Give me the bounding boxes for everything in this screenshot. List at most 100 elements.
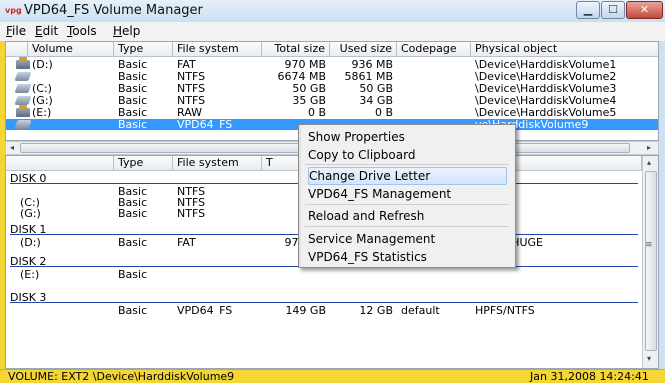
menu-bar: File Edit Tools Help <box>0 22 665 41</box>
menu-help[interactable]: Help <box>113 23 140 39</box>
cell-total: 35 GB <box>292 95 326 106</box>
status-volume-text: VOLUME: EXT2 \Device\HarddiskVolume9 <box>8 370 235 383</box>
scroll-up-arrow-icon[interactable]: ▴ <box>647 158 651 167</box>
column-header-used-size[interactable]: Used size <box>330 42 397 57</box>
cell-type: Basic <box>118 208 148 219</box>
cell-physical: \Device\HarddiskVolume3 <box>475 83 617 94</box>
hard-drive-icon <box>14 96 32 105</box>
menu-separator <box>305 164 509 165</box>
cell-total: 970 MB <box>284 59 326 70</box>
cell-type: Basic <box>118 107 148 118</box>
cell-fs: NTFS <box>177 197 206 208</box>
cell-fs: NTFS <box>177 95 206 106</box>
maximize-button[interactable]: ☐ <box>601 1 625 19</box>
column-header-volume[interactable]: Volume <box>28 42 114 57</box>
cell-total: 50 GB <box>292 83 326 94</box>
status-timestamp: Jan 31,2008 14:24:41 <box>530 370 649 383</box>
cell-physical: \Device\HarddiskVolume2 <box>475 71 617 82</box>
menu-file[interactable]: File <box>6 23 26 39</box>
app-logo-icon: vpg <box>5 6 22 15</box>
context-menu: Show Properties Copy to Clipboard Change D… <box>298 124 516 268</box>
menu-edit[interactable]: Edit <box>35 23 58 39</box>
cell-physical: \Device\HarddiskVolume5 <box>475 107 617 118</box>
table-row[interactable]: (E:) Basic RAW 0 B 0 B \Device\HarddiskVolume… <box>6 105 658 118</box>
disk-column-header-file-system[interactable]: File system <box>173 156 262 171</box>
table-row[interactable]: (G:) Basic NTFS 35 GB 34 GB \Device\HarddiskV… <box>6 95 658 106</box>
column-header-type[interactable]: Type <box>114 42 173 57</box>
cell-type: Basic <box>118 237 148 248</box>
column-header-file-system[interactable]: File system <box>173 42 262 57</box>
disk-column-header-type[interactable]: Type <box>114 156 173 171</box>
hard-drive-icon <box>14 120 32 129</box>
cell-used: 5861 MB <box>344 71 393 82</box>
disk-partition-row[interactable]: Basic VPD64_FS 149 GB 12 GB default HPFS/NTFS <box>6 305 640 316</box>
cell-fs: VPD64_FS <box>177 305 233 316</box>
menu-item-service-management[interactable]: Service Management <box>308 230 507 248</box>
cell-volume: (G:) <box>32 95 53 106</box>
scroll-grip-icon: ≡ <box>645 240 653 250</box>
menu-separator <box>305 204 509 205</box>
cell-type: Basic <box>118 95 148 106</box>
cell-fs: FAT <box>177 237 196 248</box>
scroll-left-arrow-icon[interactable]: ◂ <box>10 142 14 154</box>
cell-type: Basic <box>118 197 148 208</box>
status-bar: VOLUME: EXT2 \Device\HarddiskVolume9 Jan… <box>0 369 665 383</box>
cell-volume: (D:) <box>20 237 41 248</box>
table-row[interactable]: Basic NTFS 6674 MB 5861 MB \Device\HarddiskV… <box>6 71 658 82</box>
cell-type: Basic <box>118 119 148 130</box>
window-frame-right <box>659 41 665 370</box>
cell-volume: (E:) <box>20 269 40 280</box>
column-header-physical-object[interactable]: Physical object <box>471 42 658 57</box>
menu-item-vpd64-fs-statistics[interactable]: VPD64_FS Statistics <box>308 248 507 266</box>
column-header-codepage[interactable]: Codepage <box>397 42 471 57</box>
cell-fs: NTFS <box>177 186 206 197</box>
cell-type: Basic <box>118 186 148 197</box>
cell-volume: (C:) <box>20 197 40 208</box>
column-header-total-size[interactable]: Total size <box>262 42 330 57</box>
menu-tools[interactable]: Tools <box>67 23 97 39</box>
scroll-down-arrow-icon[interactable]: ▾ <box>647 354 651 363</box>
cell-volume: (E:) <box>32 107 52 118</box>
menu-item-copy-to-clipboard[interactable]: Copy to Clipboard <box>308 146 507 164</box>
cell-volume: (C:) <box>32 83 52 94</box>
disk-partition-row[interactable]: (E:) Basic <box>6 269 640 280</box>
cell-total: 149 GB <box>285 305 326 316</box>
disk-column-header-name[interactable] <box>6 156 114 171</box>
cell-used: 34 GB <box>359 95 393 106</box>
cell-volume: (D:) <box>32 59 53 70</box>
disk-divider <box>10 302 638 303</box>
removable-drive-icon <box>16 105 30 117</box>
cell-type: Basic <box>118 59 148 70</box>
cell-fs: NTFS <box>177 83 206 94</box>
title-bar[interactable]: vpg VPD64_FS Volume Manager ▁ ☐ ✕ <box>0 0 665 22</box>
column-header-icon[interactable] <box>6 42 28 57</box>
cell-used: 0 B <box>374 107 393 118</box>
cell-total: 6674 MB <box>277 71 326 82</box>
removable-drive-icon <box>16 57 30 69</box>
cell-physical: \Device\HarddiskVolume4 <box>475 95 617 106</box>
menu-separator <box>305 226 509 227</box>
cell-type: Basic <box>118 83 148 94</box>
cell-type: Basic <box>118 71 148 82</box>
cell-used: 936 MB <box>351 59 393 70</box>
menu-item-vpd64-fs-management[interactable]: VPD64_FS Management <box>308 185 507 203</box>
cell-fs: RAW <box>177 107 202 118</box>
table-row[interactable]: (C:) Basic NTFS 50 GB 50 GB \Device\HarddiskV… <box>6 83 658 94</box>
cell-fs: NTFS <box>177 71 206 82</box>
close-button[interactable]: ✕ <box>626 1 663 19</box>
table-row[interactable]: (D:) Basic FAT 970 MB 936 MB \Device\Harddisk… <box>6 57 658 70</box>
scroll-right-arrow-icon[interactable]: ▸ <box>647 142 651 154</box>
menu-item-change-drive-letter[interactable]: Change Drive Letter <box>308 167 507 185</box>
cell-type: Basic <box>118 305 148 316</box>
cell-total: 0 B <box>307 107 326 118</box>
menu-item-reload-and-refresh[interactable]: Reload and Refresh <box>308 207 507 225</box>
minimize-button[interactable]: ▁ <box>576 1 600 19</box>
cell-fs: VPD64_FS <box>177 119 233 130</box>
cell-codepage: default <box>401 305 440 316</box>
cell-type: Basic <box>118 269 148 280</box>
vertical-scrollbar[interactable]: ▴ ≡ ▾ <box>642 156 658 368</box>
vertical-scroll-thumb[interactable] <box>645 171 657 351</box>
cell-used: 50 GB <box>359 83 393 94</box>
menu-item-show-properties[interactable]: Show Properties <box>308 128 507 146</box>
hard-drive-icon <box>14 84 32 93</box>
